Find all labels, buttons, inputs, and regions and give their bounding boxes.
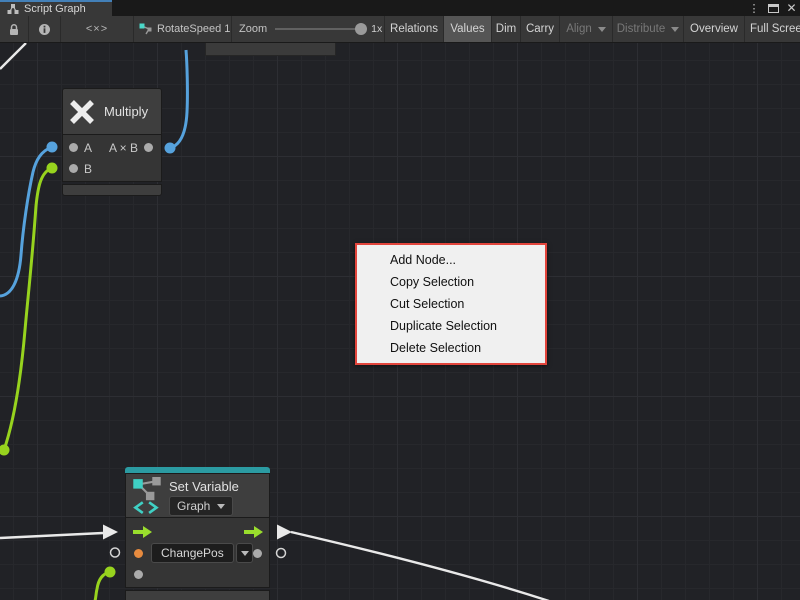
multiply-port-a[interactable]: [69, 143, 78, 152]
multiply-port-b-label: B: [84, 162, 92, 176]
multiply-title: Multiply: [104, 104, 148, 119]
chevron-down-icon: [598, 27, 606, 32]
toolbar-button-values[interactable]: Values: [444, 16, 492, 42]
zoom-slider-knob[interactable]: [355, 23, 367, 35]
dim-label: Dim: [496, 23, 516, 35]
toolbar-button-relations[interactable]: Relations: [385, 16, 444, 42]
set-variable-icon: [131, 477, 163, 515]
multiply-header[interactable]: Multiply: [62, 88, 162, 135]
toolbar-button-distribute[interactable]: Distribute: [613, 16, 684, 42]
tab-bar: Script Graph ⋮ ✕: [0, 0, 800, 16]
graph-breadcrumb[interactable]: RotateSpeed 1: [134, 16, 232, 42]
zoom-slider[interactable]: [275, 28, 361, 30]
set-variable-header[interactable]: Set Variable Graph: [125, 473, 270, 518]
lock-button[interactable]: [0, 16, 29, 42]
variable-scope-dropdown[interactable]: Graph: [169, 496, 233, 516]
window-close-button[interactable]: ✕: [784, 0, 799, 16]
node-set-variable[interactable]: Set Variable Graph ChangePos: [125, 467, 270, 600]
toolbar-button-dim[interactable]: Dim: [492, 16, 521, 42]
value-input-port[interactable]: [134, 549, 143, 558]
multiply-port-b[interactable]: [69, 164, 78, 173]
multiply-x-icon: [67, 97, 97, 127]
tab-title: Script Graph: [24, 3, 86, 15]
chevron-down-icon: [671, 27, 679, 32]
script-graph-window: Multiply A A × B B Set Variab: [0, 0, 800, 600]
maximize-icon: [768, 4, 779, 13]
distribute-label: Distribute: [617, 23, 666, 35]
set-variable-title: Set Variable: [169, 479, 239, 494]
context-menu: Add Node... Copy Selection Cut Selection…: [355, 243, 547, 365]
carry-label: Carry: [526, 23, 554, 35]
toolbar-button-full-screen[interactable]: Full Screen: [745, 16, 800, 42]
chevron-down-icon: [241, 551, 249, 556]
menu-item-delete-selection[interactable]: Delete Selection: [357, 337, 545, 359]
info-button[interactable]: [29, 16, 61, 42]
kebab-menu-icon: ⋮: [749, 2, 760, 15]
info-icon: [38, 23, 51, 36]
close-icon: ✕: [786, 1, 796, 15]
overview-label: Overview: [690, 23, 738, 35]
graph-toolbar: <×> RotateSpeed 1 Zoom 1x Relations Valu…: [0, 16, 800, 43]
breadcrumb-label: RotateSpeed 1: [157, 23, 230, 35]
variable-scope-label: Graph: [177, 499, 210, 513]
variable-name-value: ChangePos: [161, 546, 224, 560]
graph-icon: [7, 3, 19, 15]
flow-input-port[interactable]: [133, 525, 153, 539]
menu-item-copy-selection[interactable]: Copy Selection: [357, 271, 545, 293]
toolbar-button-overview[interactable]: Overview: [684, 16, 745, 42]
multiply-port-out-label: A × B: [109, 141, 138, 155]
chevron-down-icon: [217, 504, 225, 509]
multiply-port-a-label: A: [84, 141, 92, 155]
full-screen-label: Full Screen: [750, 23, 800, 35]
set-variable-footer: [125, 590, 270, 600]
relations-label: Relations: [390, 23, 438, 35]
value-output-port[interactable]: [253, 549, 262, 558]
toolbar-button-align[interactable]: Align: [560, 16, 613, 42]
zoom-value: 1x: [371, 23, 382, 35]
window-maximize-button[interactable]: [766, 0, 781, 16]
variable-name-field[interactable]: ChangePos: [151, 543, 234, 563]
menu-item-add-node[interactable]: Add Node...: [357, 249, 545, 271]
toolbar-button-carry[interactable]: Carry: [521, 16, 560, 42]
multiply-body: A A × B B: [62, 135, 162, 182]
zoom-control: Zoom 1x: [232, 16, 385, 42]
multiply-footer: [62, 184, 162, 196]
zoom-label: Zoom: [239, 23, 267, 35]
menu-item-duplicate-selection[interactable]: Duplicate Selection: [357, 315, 545, 337]
set-variable-body: ChangePos: [125, 518, 270, 588]
tab-script-graph[interactable]: Script Graph: [0, 0, 112, 16]
values-label: Values: [450, 23, 484, 35]
align-label: Align: [566, 23, 592, 35]
inspect-code-button[interactable]: <×>: [61, 16, 134, 42]
flow-output-port[interactable]: [244, 525, 264, 539]
code-icon: <×>: [86, 23, 108, 35]
node-multiply[interactable]: Multiply A A × B B: [62, 88, 162, 196]
extra-input-port[interactable]: [134, 570, 143, 579]
multiply-port-out[interactable]: [144, 143, 153, 152]
lock-icon: [8, 23, 20, 36]
partial-node-top[interactable]: [205, 41, 336, 56]
variable-name-dropdown-button[interactable]: [236, 543, 253, 563]
graph-node-icon: [139, 23, 152, 36]
menu-item-cut-selection[interactable]: Cut Selection: [357, 293, 545, 315]
window-menu-button[interactable]: ⋮: [748, 0, 760, 16]
